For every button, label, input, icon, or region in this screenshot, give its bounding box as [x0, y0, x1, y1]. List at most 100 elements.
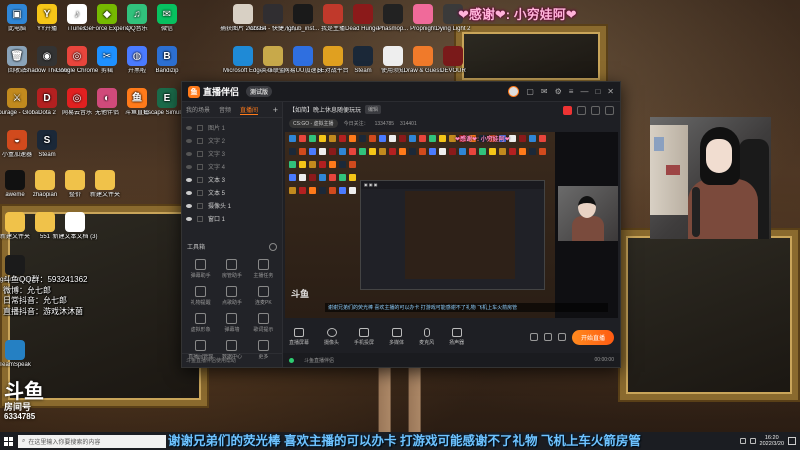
- speaker-button[interactable]: 扬声器: [449, 328, 464, 346]
- info-qq-group: 斗鱼QQ群：593241362: [3, 275, 88, 284]
- menu-icon[interactable]: ≡: [569, 87, 574, 96]
- layout-icon[interactable]: [591, 106, 600, 115]
- category-selector[interactable]: CS:GO - 虚拟主播: [289, 119, 338, 128]
- preview-mini-icon: [349, 187, 356, 194]
- toolbox-tool[interactable]: 主播任务: [248, 259, 279, 279]
- visibility-icon[interactable]: [186, 216, 192, 221]
- start-live-button[interactable]: 开始直播: [571, 329, 614, 345]
- tab-my-scenes[interactable]: 我的场景: [186, 105, 210, 114]
- add-scene-button[interactable]: +: [273, 105, 278, 115]
- record-icon[interactable]: [529, 333, 538, 341]
- toolbox-tool[interactable]: 房管助手: [216, 259, 247, 279]
- gift-icon[interactable]: [563, 106, 572, 115]
- user-avatar[interactable]: [508, 86, 520, 97]
- settings-icon[interactable]: ⚙: [555, 87, 562, 96]
- douyu-fish-icon: 鱼: [188, 85, 200, 98]
- desktop-icon[interactable]: DEVOUR: [430, 46, 476, 75]
- lock-icon[interactable]: [197, 176, 203, 183]
- desktop-icon[interactable]: B Bandizip: [144, 46, 190, 75]
- preview-mini-icon: [379, 135, 386, 142]
- app-icon: E: [157, 88, 177, 108]
- webcam-streamer-face: [706, 139, 732, 173]
- scene-source-item[interactable]: 文本 3: [182, 173, 282, 186]
- visibility-icon[interactable]: [186, 164, 192, 169]
- share-icon[interactable]: [577, 106, 586, 115]
- lock-icon[interactable]: [197, 202, 203, 209]
- visibility-icon[interactable]: [186, 151, 192, 156]
- toolbox-tool[interactable]: 弹幕墙: [216, 313, 247, 333]
- desktop-icon[interactable]: 新建文件夹: [82, 170, 128, 199]
- toolbox-tool[interactable]: 连麦PK: [248, 286, 279, 306]
- scene-source-item[interactable]: 文字 2: [182, 134, 282, 147]
- scene-source-item[interactable]: 文字 3: [182, 147, 282, 160]
- toolbox-tool[interactable]: 礼物提醒: [185, 286, 216, 306]
- desktop-icon-label: Bandizip: [155, 68, 179, 74]
- help-link[interactable]: 斗鱼直播伴侣使用帮助: [186, 357, 236, 364]
- taskbar-clock[interactable]: 16:20 2022/3/20: [760, 435, 784, 447]
- camera-button[interactable]: 摄像头: [324, 328, 339, 346]
- visibility-icon[interactable]: [186, 125, 192, 130]
- settings-small-icon[interactable]: [557, 333, 566, 341]
- toolbox-grid: 弹幕助手 房管助手 主播任务 礼物提醒 点歌助手 连麦PK 虚拟形象 弹幕墙 歌词提示 直播间管理…: [182, 251, 282, 360]
- toolbox-tool[interactable]: 虚拟形象: [185, 313, 216, 333]
- maximize-icon[interactable]: □: [595, 87, 600, 96]
- visibility-icon[interactable]: [186, 190, 192, 195]
- media-button[interactable]: 多媒体: [389, 328, 404, 346]
- lock-icon[interactable]: [197, 137, 203, 144]
- notification-icon[interactable]: [788, 437, 796, 445]
- close-icon[interactable]: ✕: [607, 87, 614, 96]
- phone-cast-button[interactable]: 手机投屏: [354, 328, 374, 346]
- app-sidebar: 我的场景 音频 直播间 + 图片 1 文字 2 文字 3 文字 4 文本 3 文本 5 摄像…: [182, 102, 283, 367]
- eye-icon[interactable]: [543, 333, 552, 341]
- network-icon[interactable]: [739, 438, 746, 444]
- visibility-icon[interactable]: [186, 203, 192, 208]
- microphone-button[interactable]: 麦克风: [419, 328, 434, 346]
- sidebar-footer[interactable]: 斗鱼直播伴侣使用帮助: [182, 353, 282, 367]
- info-douyin-daily: 日常抖音：允七郎: [3, 296, 67, 305]
- desktop-icon[interactable]: ✉ 微信: [144, 4, 190, 33]
- preview-mini-icon: [329, 174, 336, 181]
- message-icon[interactable]: ✉: [541, 87, 548, 96]
- preview-webcam-face: [578, 196, 596, 218]
- toolbox-tool[interactable]: 点歌助手: [216, 286, 247, 306]
- lock-icon[interactable]: [197, 150, 203, 157]
- visibility-icon[interactable]: [186, 177, 192, 182]
- lock-icon[interactable]: [197, 189, 203, 196]
- toolbox-tool[interactable]: 歌词提示: [248, 313, 279, 333]
- preview-mini-icon: [349, 135, 356, 142]
- microphone-label: 麦克风: [419, 340, 435, 346]
- stream-preview[interactable]: ▣ ▣ ▣ ❤感谢❤: 小穷娃阿❤ 斗鱼 谢谢兄弟们的荧光棒 喜欢主播的可以办卡…: [285, 132, 618, 318]
- lock-icon[interactable]: [197, 163, 203, 170]
- tab-live-room[interactable]: 直播间: [240, 105, 259, 115]
- toolbox-tool[interactable]: 弹幕助手: [185, 259, 216, 279]
- start-button[interactable]: [0, 432, 16, 450]
- taskbar-search[interactable]: ⌕ 在这里输入你要搜索的内容: [18, 434, 166, 448]
- lock-icon[interactable]: [197, 215, 203, 222]
- tab-audio[interactable]: 音频: [219, 105, 231, 114]
- scene-source-item[interactable]: 图片 1: [182, 121, 282, 134]
- volume-icon[interactable]: [749, 438, 756, 444]
- desktop-icon[interactable]: TeamSpeak: [0, 340, 38, 369]
- preview-mini-icon: [339, 135, 346, 142]
- preview-mini-icon: [439, 135, 446, 142]
- scene-source-item[interactable]: 窗口 1: [182, 212, 282, 225]
- visibility-icon[interactable]: [186, 138, 192, 143]
- toolbox-settings-icon[interactable]: [269, 242, 277, 251]
- preview-mini-icon: [409, 148, 416, 155]
- streaming-app-window[interactable]: 鱼 直播伴侣 测试版 ▢ ✉ ⚙ ≡ — □ ✕ 我的场景 音频 直播间 + 图…: [181, 81, 621, 368]
- desktop-icon[interactable]: 新建文本文档 (3): [52, 212, 98, 241]
- scene-source-item[interactable]: 摄像头 1: [182, 199, 282, 212]
- edit-title-button[interactable]: 编辑: [365, 105, 382, 114]
- skin-icon[interactable]: ▢: [526, 87, 534, 96]
- chat-icon[interactable]: [605, 106, 614, 115]
- lock-icon[interactable]: [197, 124, 203, 131]
- scene-source-item[interactable]: 文字 4: [182, 160, 282, 173]
- room-title[interactable]: 【如简】晚上休息随便玩玩: [289, 105, 361, 114]
- preview-mini-icon: [449, 148, 456, 155]
- desktop-icon[interactable]: S Steam: [24, 130, 70, 159]
- minimize-icon[interactable]: —: [580, 87, 588, 96]
- scene-source-item[interactable]: 文本 5: [182, 186, 282, 199]
- app-titlebar[interactable]: 鱼 直播伴侣 测试版 ▢ ✉ ⚙ ≡ — □ ✕: [182, 82, 620, 102]
- screen-capture-button[interactable]: 直播屏幕: [289, 328, 309, 346]
- preview-mini-icon: [299, 161, 306, 168]
